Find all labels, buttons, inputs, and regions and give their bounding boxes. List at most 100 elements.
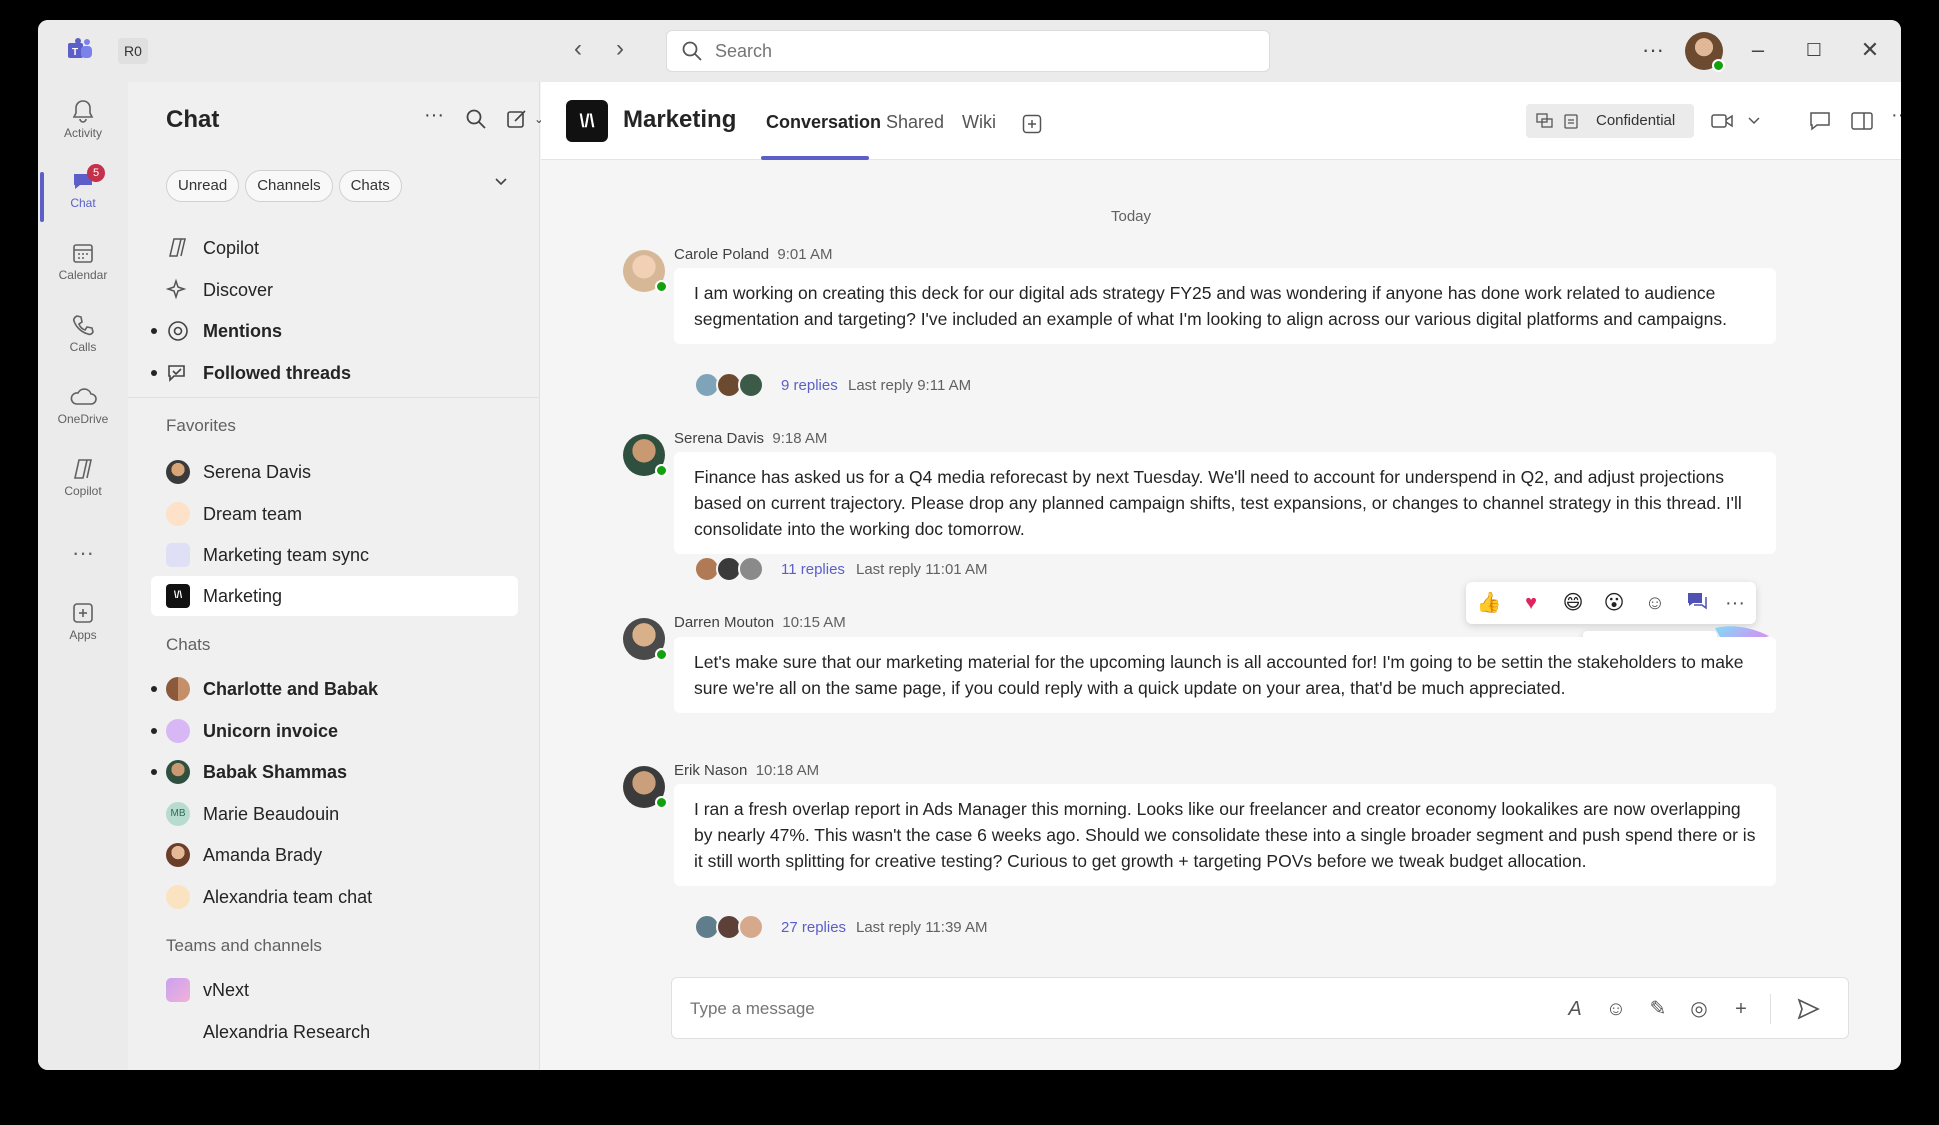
- list-item-vnext[interactable]: vNext: [151, 970, 518, 1010]
- maximize-icon[interactable]: ☐: [1799, 32, 1829, 70]
- search-icon[interactable]: [465, 108, 487, 130]
- list-item-charlotte-and-babak[interactable]: Charlotte and Babak: [151, 669, 518, 709]
- forward-arrow-icon[interactable]: ›: [604, 34, 636, 66]
- bell-icon: [72, 100, 94, 123]
- close-icon[interactable]: ✕: [1855, 32, 1885, 70]
- minimize-icon[interactable]: –: [1743, 32, 1773, 70]
- chat-bubble-icon[interactable]: [1809, 111, 1831, 131]
- tab-conversation[interactable]: Conversation: [766, 112, 881, 133]
- avatar[interactable]: [1685, 32, 1725, 72]
- reply-in-thread-icon[interactable]: [1684, 590, 1710, 616]
- send-icon[interactable]: [1794, 995, 1822, 1023]
- teams-header[interactable]: Teams and channels: [166, 936, 322, 956]
- list-item-marketing-team-sync[interactable]: Marketing team sync: [151, 535, 518, 575]
- list-item-mentions[interactable]: Mentions: [151, 311, 518, 351]
- avatar: [738, 556, 764, 582]
- compose-box[interactable]: A ☺ ✎ ◎ +: [671, 977, 1849, 1039]
- favorites-header[interactable]: Favorites: [166, 416, 236, 436]
- chevron-down-icon[interactable]: [493, 174, 509, 190]
- list-item-babak-shammas[interactable]: Babak Shammas: [151, 752, 518, 792]
- add-tab-icon[interactable]: [1022, 114, 1042, 134]
- filter-chats[interactable]: Chats: [338, 170, 402, 202]
- list-item-discover[interactable]: Discover: [151, 270, 518, 310]
- list-item-dream-team[interactable]: Dream team: [151, 494, 518, 534]
- avatar: [623, 250, 668, 293]
- reply-avatars: [694, 914, 774, 942]
- filter-unread[interactable]: Unread: [166, 170, 240, 202]
- more-apps-icon[interactable]: ···: [38, 538, 128, 578]
- list-item-followed-threads[interactable]: Followed threads: [151, 353, 518, 393]
- thread-replies[interactable]: 9 replies Last reply 9:11 AM: [694, 372, 1094, 400]
- unread-dot: [151, 769, 157, 775]
- format-icon[interactable]: A: [1561, 995, 1589, 1023]
- message-input[interactable]: [690, 996, 1490, 1022]
- profile-switcher[interactable]: R0: [118, 38, 148, 64]
- add-reaction-icon[interactable]: ☺: [1642, 590, 1668, 616]
- list-item-alexandria-research[interactable]: Alexandria Research: [151, 1012, 518, 1052]
- followed-threads-icon: [168, 365, 185, 382]
- sparkle-icon: [166, 278, 187, 300]
- new-chat-icon[interactable]: [506, 108, 528, 130]
- rail-item-calls[interactable]: Calls: [38, 306, 128, 376]
- rail-item-apps[interactable]: Apps: [38, 594, 128, 664]
- list-item-label: Alexandria team chat: [203, 887, 373, 907]
- more-options-icon[interactable]: ···: [1638, 32, 1668, 70]
- heart-icon[interactable]: ♥: [1518, 590, 1544, 616]
- teams-logo-icon[interactable]: T: [66, 38, 94, 62]
- loop-icon[interactable]: ◎: [1685, 995, 1713, 1023]
- team-icon: [166, 978, 190, 1002]
- search-input[interactable]: [715, 39, 1235, 63]
- reply-count[interactable]: 9 replies: [781, 377, 838, 394]
- message-bubble[interactable]: I ran a fresh overlap report in Ads Mana…: [674, 784, 1776, 886]
- back-arrow-icon[interactable]: ‹: [562, 34, 594, 66]
- rail-item-calendar[interactable]: Calendar: [38, 234, 128, 304]
- app-rail: Activity 5 Chat Calendar Calls OneDrive …: [38, 82, 128, 1070]
- presence-available-icon: [655, 464, 668, 477]
- list-item-marketing[interactable]: \/\ Marketing: [151, 576, 518, 616]
- list-item-serena-davis[interactable]: Serena Davis: [151, 452, 518, 492]
- list-item-alexandria-team-chat[interactable]: Alexandria team chat: [151, 877, 518, 917]
- message-meta: Carole Poland 9:01 AM: [674, 246, 832, 263]
- add-apps-icon: [73, 603, 93, 623]
- magic-pen-icon[interactable]: ✎: [1644, 995, 1672, 1023]
- sensitivity-label[interactable]: Confidential: [1526, 104, 1694, 138]
- rail-label: OneDrive: [57, 412, 109, 426]
- rail-item-copilot[interactable]: Copilot: [38, 450, 128, 520]
- calendar-icon: [166, 543, 190, 567]
- chevron-down-icon[interactable]: [1747, 116, 1761, 126]
- reply-count[interactable]: 27 replies: [781, 919, 846, 936]
- laugh-icon[interactable]: 😄: [1560, 590, 1586, 616]
- more-options-icon[interactable]: ···: [1722, 590, 1748, 616]
- list-item-marie-beaudouin[interactable]: MB Marie Beaudouin: [151, 794, 518, 834]
- reply-count[interactable]: 11 replies: [781, 561, 845, 578]
- message-bubble[interactable]: I am working on creating this deck for o…: [674, 268, 1776, 344]
- avatar: [166, 843, 190, 867]
- divider: [128, 397, 540, 398]
- filter-channels[interactable]: Channels: [245, 170, 333, 202]
- like-icon[interactable]: 👍: [1476, 590, 1502, 616]
- list-item-copilot[interactable]: Copilot: [151, 228, 518, 268]
- tab-shared[interactable]: Shared: [886, 112, 944, 133]
- message-bubble[interactable]: Let's make sure that our marketing mater…: [674, 637, 1776, 713]
- rail-item-activity[interactable]: Activity: [38, 92, 128, 162]
- list-item-unicorn-invoice[interactable]: Unicorn invoice: [151, 711, 518, 751]
- side-panel-icon[interactable]: [1851, 111, 1873, 131]
- surprised-icon[interactable]: 😮: [1601, 590, 1627, 616]
- video-camera-icon[interactable]: [1711, 112, 1733, 130]
- rail-label: Activity: [63, 126, 102, 140]
- rail-item-onedrive[interactable]: OneDrive: [38, 378, 128, 448]
- rail-item-chat[interactable]: 5 Chat: [38, 162, 128, 232]
- presence-available-icon: [1712, 59, 1725, 72]
- thread-replies[interactable]: 27 replies Last reply 11:39 AM: [694, 914, 1094, 942]
- chats-header[interactable]: Chats: [166, 635, 210, 655]
- list-item-amanda-brady[interactable]: Amanda Brady: [151, 835, 518, 875]
- tab-wiki[interactable]: Wiki: [962, 112, 996, 133]
- channel-logo: \/\: [566, 100, 608, 142]
- more-options-icon[interactable]: ···: [1891, 104, 1901, 127]
- add-icon[interactable]: +: [1727, 995, 1755, 1023]
- message-bubble[interactable]: Finance has asked us for a Q4 media refo…: [674, 452, 1776, 554]
- emoji-icon[interactable]: ☺: [1602, 995, 1630, 1023]
- search-box[interactable]: [666, 30, 1270, 72]
- more-options-icon[interactable]: ···: [424, 104, 444, 127]
- thread-replies[interactable]: 11 replies Last reply 11:01 AM: [694, 556, 1094, 584]
